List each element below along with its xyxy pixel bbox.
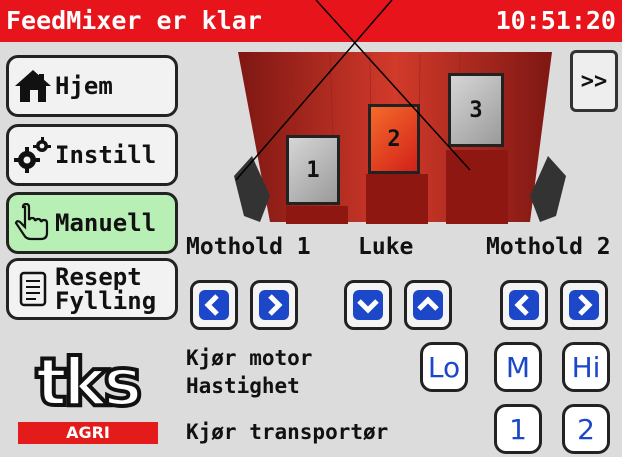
hatch-1[interactable]: 1 (286, 135, 340, 205)
next-page-button[interactable]: >> (570, 50, 618, 112)
speed-m-button[interactable]: M (494, 342, 542, 392)
chevron-right-icon (569, 290, 599, 320)
recipe-label-line2: Fylling (55, 287, 157, 315)
luke-down-button[interactable] (344, 280, 392, 330)
chevron-right-icon (259, 290, 289, 320)
gears-icon (14, 137, 51, 173)
mothold1-label: Mothold 1 (186, 234, 311, 260)
mothold1-right-button[interactable] (250, 280, 298, 330)
nav-home-button[interactable]: Hjem (6, 55, 178, 117)
title-bar: FeedMixer er klar 10:51:20 (0, 0, 622, 42)
status-title: FeedMixer er klar (6, 6, 262, 35)
logo-subtext: AGRI (18, 422, 158, 444)
chevron-left-icon (509, 290, 539, 320)
nav-recipe-button[interactable]: Resept Fylling (6, 258, 178, 320)
tks-agri-logo: tks AGRI (12, 344, 162, 444)
mothold2-left-button[interactable] (500, 280, 548, 330)
conveyor-label: Kjør transportør (186, 420, 389, 444)
mothold2-label: Mothold 2 (486, 234, 611, 260)
conveyor-2-button[interactable]: 2 (562, 404, 610, 454)
document-icon (19, 271, 47, 307)
mothold2-right-button[interactable] (560, 280, 608, 330)
nav-manual-button[interactable]: Manuell (6, 192, 178, 254)
speed-label: Hastighet (186, 374, 300, 398)
hand-pointer-icon (14, 203, 49, 241)
speed-lo-button[interactable]: Lo (420, 342, 468, 392)
chevron-down-icon (353, 290, 383, 320)
recipe-label-line1: Resept (55, 263, 142, 291)
home-icon (15, 70, 51, 102)
hatch-2[interactable]: 2 (368, 104, 420, 174)
motor-label: Kjør motor (186, 346, 313, 370)
mothold1-left-button[interactable] (190, 280, 238, 330)
chevron-left-icon (199, 290, 229, 320)
chevron-up-icon (413, 290, 443, 320)
clock: 10:51:20 (495, 6, 616, 35)
hatch-3[interactable]: 3 (448, 73, 504, 147)
luke-up-button[interactable] (404, 280, 452, 330)
speed-hi-button[interactable]: Hi (562, 342, 610, 392)
luke-label: Luke (358, 234, 414, 260)
nav-settings-button[interactable]: Instill (6, 124, 178, 186)
logo-text: tks (34, 344, 145, 421)
conveyor-1-button[interactable]: 1 (494, 404, 542, 454)
